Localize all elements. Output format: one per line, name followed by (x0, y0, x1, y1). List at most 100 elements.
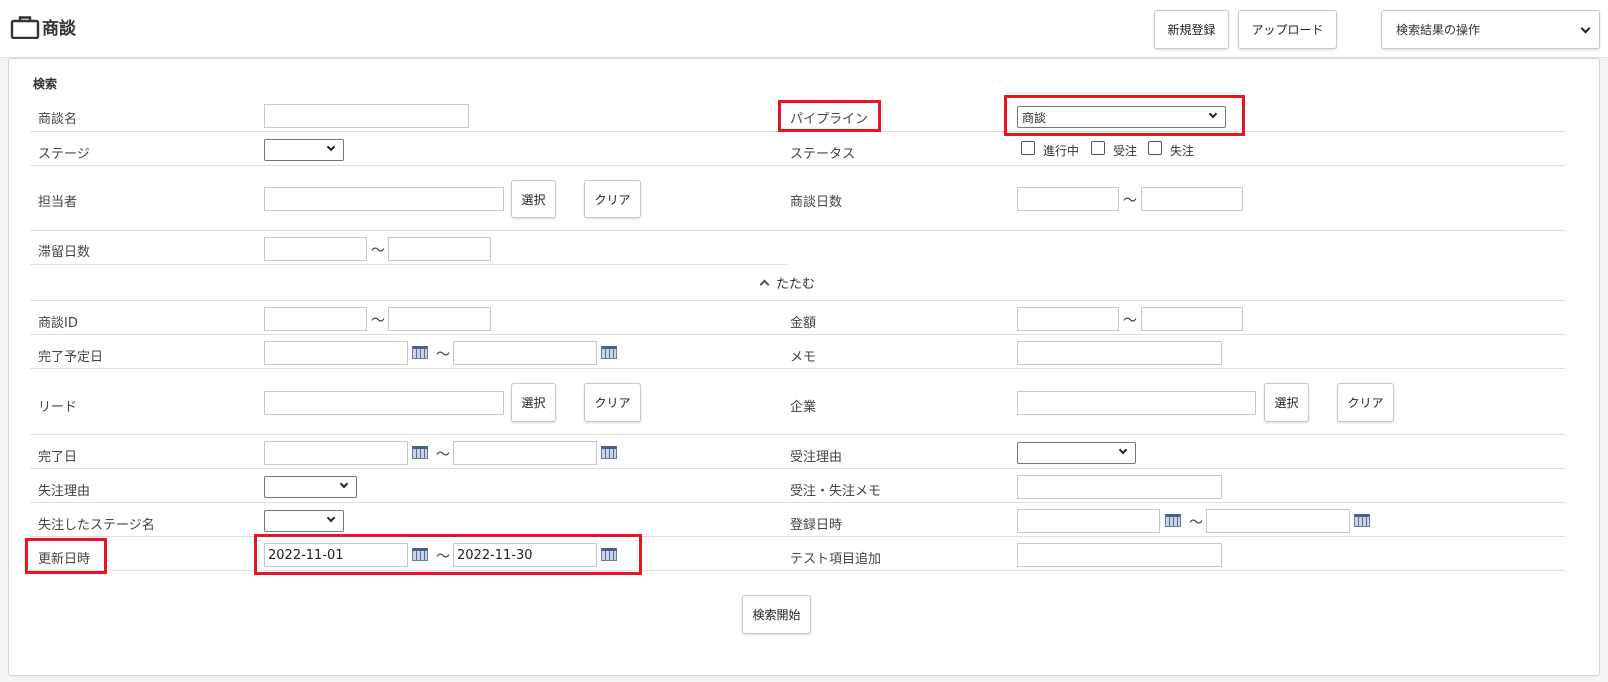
stay-days-to-input[interactable] (388, 237, 491, 261)
chevron-down-icon (326, 142, 336, 152)
planned-date-label: 完了予定日 (38, 350, 104, 365)
owner-select-button[interactable]: 選択 (511, 180, 556, 218)
range-separator: ～ (436, 347, 450, 363)
highlight-pipeline-label (778, 100, 881, 132)
status-lost-checkbox[interactable] (1148, 141, 1162, 155)
divider (30, 131, 787, 132)
stage-select[interactable] (264, 139, 344, 161)
lost-stage-select[interactable] (264, 510, 344, 532)
fold-label: たたむ (776, 277, 816, 292)
company-label: 企業 (790, 400, 817, 415)
status-label: ステータス (790, 147, 856, 162)
range-separator: ～ (371, 243, 385, 259)
upload-button[interactable]: アップロード (1238, 10, 1337, 49)
stay-days-label: 滞留日数 (38, 245, 91, 260)
range-separator: ～ (1189, 515, 1203, 531)
deal-days-to-input[interactable] (1141, 187, 1243, 211)
page-title-text: 商談 (42, 19, 76, 39)
lead-input[interactable] (264, 391, 504, 415)
planned-date-to-input[interactable] (453, 341, 597, 365)
chevron-down-icon (326, 513, 336, 523)
lead-label: リード (38, 400, 78, 415)
amount-label: 金額 (790, 316, 817, 331)
completed-date-to-input[interactable] (453, 441, 597, 465)
stage-label: ステージ (38, 147, 90, 162)
search-submit-button[interactable]: 検索開始 (742, 595, 811, 634)
completed-date-label: 完了日 (38, 450, 78, 465)
divider (30, 468, 1565, 469)
test-item-input[interactable] (1017, 543, 1222, 567)
calendar-icon[interactable] (1165, 514, 1181, 527)
search-section-title: 検索 (33, 77, 58, 91)
lead-select-button[interactable]: 選択 (511, 383, 556, 422)
company-clear-button[interactable]: クリア (1337, 383, 1394, 422)
won-reason-label: 受注理由 (790, 450, 843, 465)
owner-clear-button[interactable]: クリア (584, 180, 641, 218)
lead-clear-button[interactable]: クリア (584, 383, 641, 422)
result-operations-select[interactable]: 検索結果の操作 (1381, 10, 1600, 49)
company-input[interactable] (1017, 391, 1256, 415)
won-lost-memo-input[interactable] (1017, 475, 1222, 499)
won-lost-memo-label: 受注・失注メモ (790, 484, 882, 499)
range-separator: ～ (1123, 313, 1137, 329)
deal-id-from-input[interactable] (264, 307, 367, 331)
range-separator: ～ (436, 447, 450, 463)
calendar-icon[interactable] (1354, 514, 1370, 527)
divider (30, 264, 787, 265)
deal-id-label: 商談ID (38, 316, 78, 331)
page-title: 商談 (10, 14, 76, 39)
lost-stage-label: 失注したステージ名 (38, 518, 155, 533)
calendar-icon[interactable] (601, 346, 617, 359)
registered-at-from-input[interactable] (1017, 509, 1160, 533)
status-won-label: 受注 (1113, 144, 1138, 158)
calendar-icon[interactable] (412, 446, 428, 459)
chevron-down-icon (1118, 445, 1128, 455)
stay-days-from-input[interactable] (264, 237, 367, 261)
divider (30, 368, 1565, 369)
top-bar: 商談 新規登録 アップロード 検索結果の操作 (0, 0, 1608, 58)
status-in-progress-checkbox[interactable] (1021, 141, 1035, 155)
briefcase-icon (10, 15, 40, 39)
memo-label: メモ (790, 350, 817, 365)
deal-name-label: 商談名 (38, 112, 78, 127)
owner-input[interactable] (264, 187, 504, 211)
range-separator: ～ (371, 313, 385, 329)
deal-days-from-input[interactable] (1017, 187, 1119, 211)
divider (30, 165, 1565, 166)
calendar-icon[interactable] (412, 346, 428, 359)
planned-date-from-input[interactable] (264, 341, 408, 365)
memo-input[interactable] (1017, 341, 1222, 365)
highlight-pipeline-select (1004, 95, 1245, 136)
lost-reason-label: 失注理由 (38, 484, 91, 499)
status-in-progress-label: 進行中 (1043, 144, 1080, 158)
owner-label: 担当者 (38, 195, 78, 210)
chevron-down-icon (1580, 23, 1591, 34)
highlight-updated-at-label (25, 538, 107, 574)
range-separator: ～ (1123, 193, 1137, 209)
fold-toggle[interactable]: たたむ (759, 273, 816, 292)
won-reason-select[interactable] (1017, 442, 1136, 464)
divider (30, 502, 1565, 503)
status-lost-label: 失注 (1170, 144, 1195, 158)
deal-id-to-input[interactable] (388, 307, 491, 331)
deal-days-label: 商談日数 (790, 195, 843, 210)
divider (30, 230, 1565, 231)
divider (30, 300, 1565, 301)
company-select-button[interactable]: 選択 (1264, 383, 1309, 422)
new-button[interactable]: 新規登録 (1154, 10, 1229, 49)
chevron-down-icon (339, 479, 349, 489)
divider (30, 434, 1565, 435)
deal-name-input[interactable] (264, 104, 469, 128)
result-operations-label: 検索結果の操作 (1396, 23, 1481, 37)
completed-date-from-input[interactable] (264, 441, 408, 465)
amount-from-input[interactable] (1017, 307, 1119, 331)
divider (30, 334, 1565, 335)
registered-at-to-input[interactable] (1206, 509, 1350, 533)
highlight-updated-at-range (254, 534, 642, 575)
calendar-icon[interactable] (601, 446, 617, 459)
chevron-up-icon (759, 279, 770, 290)
amount-to-input[interactable] (1141, 307, 1243, 331)
status-won-checkbox[interactable] (1091, 141, 1105, 155)
lost-reason-select[interactable] (264, 476, 357, 498)
test-item-label: テスト項目追加 (790, 552, 882, 567)
